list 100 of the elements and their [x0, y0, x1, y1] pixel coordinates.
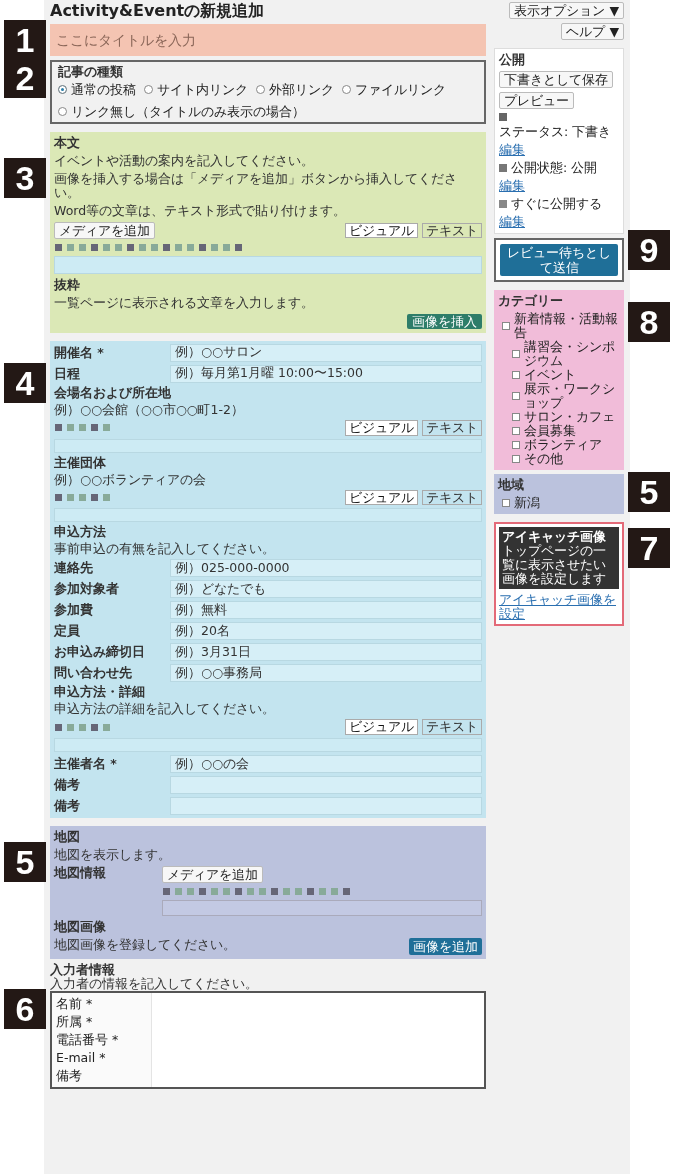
field-label: 記事の種類: [58, 64, 124, 79]
input-field[interactable]: 例）○○サロン: [170, 343, 482, 362]
option-label: 外部リンク: [269, 82, 334, 97]
field-label: お申込み締切日: [54, 645, 146, 660]
field-label: E-mail *: [56, 1051, 107, 1066]
input-field[interactable]: 例）無料: [170, 601, 482, 620]
tooltip-text: トップページの一覧に表示させたい画像を設定します: [502, 544, 607, 586]
checkbox[interactable]: [512, 413, 520, 421]
checkbox-item[interactable]: ボランティア: [498, 438, 620, 452]
checkbox[interactable]: [512, 455, 520, 463]
radio-icon[interactable]: [58, 107, 67, 117]
field-description: イベントや活動の案内を記入してください。: [54, 153, 315, 168]
checkbox[interactable]: [502, 499, 510, 507]
input-field[interactable]: 例）毎月第1月曜 10:00〜15:00: [170, 364, 482, 383]
input-field[interactable]: 例）025-000-0000: [170, 559, 482, 578]
radio-icon[interactable]: [144, 85, 153, 95]
field-label: 入力者情報: [50, 963, 115, 978]
page-title: Activity&Eventの新規追加: [50, 2, 266, 20]
editor-tab[interactable]: テキスト: [422, 419, 482, 436]
radio-icon[interactable]: [342, 85, 351, 95]
input-field[interactable]: 例）○○事務局: [170, 664, 482, 683]
field-label: 地図情報: [54, 866, 107, 883]
field-label: 地図画像: [54, 920, 107, 935]
editor-tab[interactable]: ビジュアル: [345, 719, 418, 736]
media-button[interactable]: メディアを追加: [54, 221, 155, 239]
checkbox[interactable]: [512, 392, 520, 400]
submit-button[interactable]: レビュー待ちとして送信: [500, 244, 618, 276]
callout-number: 9: [628, 230, 670, 270]
field-description: Word等の文章は、テキスト形式で貼り付けます。: [54, 203, 348, 218]
status-text: すぐに公開する: [511, 197, 602, 211]
callout-number: 5: [4, 842, 46, 883]
edit-link[interactable]: 編集: [499, 179, 525, 193]
editor-tab[interactable]: ビジュアル: [345, 419, 418, 436]
option-label: 通常の投稿: [71, 82, 136, 97]
checkbox-item[interactable]: 展示・ワークショップ: [498, 382, 620, 410]
header-button[interactable]: ヘルプ ▼: [561, 23, 624, 40]
save-draft-button[interactable]: 下書きとして保存: [499, 71, 613, 88]
field-description: 例）○○ボランティアの会: [54, 472, 207, 487]
callout-number: 5: [628, 472, 670, 512]
editor-area[interactable]: [162, 900, 482, 917]
checkbox-item[interactable]: 新潟: [498, 496, 620, 510]
checkbox-item[interactable]: 会員募集: [498, 424, 620, 438]
input-field[interactable]: [170, 797, 482, 816]
title-field[interactable]: ここにタイトルを入力: [50, 23, 486, 56]
field-label: 本文: [54, 135, 81, 150]
editor-tab[interactable]: ビジュアル: [345, 489, 418, 506]
edit-link[interactable]: 編集: [499, 215, 525, 229]
panel-title: カテゴリー: [498, 294, 564, 308]
field-label: 抜粋: [54, 277, 81, 292]
panel-title: 公開: [499, 53, 526, 67]
callout-number: 7: [628, 528, 670, 568]
checkbox[interactable]: [502, 322, 510, 330]
checkbox-label: 新潟: [514, 496, 540, 510]
input-field[interactable]: 例）3月31日: [170, 643, 482, 662]
checkbox[interactable]: [512, 427, 520, 435]
field-description: 地図を表示します。: [54, 848, 172, 863]
preview-button[interactable]: プレビュー: [499, 92, 574, 109]
radio-icon[interactable]: [256, 85, 265, 95]
field-description: 入力者の情報を記入してください。: [50, 977, 259, 992]
callout-number: 3: [4, 157, 46, 198]
insert-button[interactable]: 画像を挿入: [407, 313, 482, 329]
status-text: ステータス: 下書き: [499, 125, 612, 139]
field-label: 備考: [56, 1069, 83, 1084]
callout-number: 4: [4, 362, 46, 403]
input-field[interactable]: 例）どなたでも: [170, 580, 482, 599]
set-image-link[interactable]: アイキャッチ画像を設定: [499, 593, 619, 621]
input-field[interactable]: 例）20名: [170, 622, 482, 641]
checkbox-label: イベント: [524, 368, 576, 382]
field-label: 名前 *: [56, 997, 94, 1012]
editor-tab[interactable]: テキスト: [422, 489, 482, 506]
checkbox-label: 展示・ワークショップ: [524, 382, 616, 410]
callout-number: 6: [4, 989, 46, 1030]
editor-tab[interactable]: テキスト: [422, 222, 482, 239]
header-button[interactable]: 表示オプション ▼: [509, 2, 624, 19]
checkbox[interactable]: [512, 371, 520, 379]
checkbox[interactable]: [512, 350, 520, 358]
editor-tab[interactable]: ビジュアル: [345, 222, 418, 239]
input-field[interactable]: [170, 776, 482, 795]
field-description: 事前申込の有無を記入してください。: [54, 542, 276, 557]
field-label: 地図: [54, 830, 81, 845]
checkbox[interactable]: [512, 441, 520, 449]
add-image-button[interactable]: 画像を追加: [409, 938, 482, 956]
checkbox-item[interactable]: イベント: [498, 368, 620, 382]
edit-link[interactable]: 編集: [499, 143, 525, 157]
radio-icon[interactable]: [58, 85, 67, 95]
checkbox-label: その他: [524, 452, 563, 466]
checkbox-item[interactable]: サロン・カフェ: [498, 410, 620, 424]
input-field[interactable]: 例）○○の会: [170, 755, 482, 774]
field-label: 主催者名 *: [54, 757, 118, 772]
field-label: 電話番号 *: [56, 1033, 120, 1048]
radio-option[interactable]: 外部リンク: [256, 82, 334, 97]
radio-option[interactable]: 通常の投稿: [58, 82, 136, 97]
editor-tab[interactable]: テキスト: [422, 719, 482, 736]
callout-number: 8: [628, 302, 670, 342]
checkbox-item[interactable]: その他: [498, 452, 620, 466]
field-label: 申込方法: [54, 525, 107, 540]
callout-number: 1: [4, 19, 46, 60]
field-description: 地図画像を登録してください。: [54, 938, 236, 955]
checkbox-item[interactable]: 講習会・シンポジウム: [498, 340, 620, 368]
media-button[interactable]: メディアを追加: [162, 866, 263, 884]
